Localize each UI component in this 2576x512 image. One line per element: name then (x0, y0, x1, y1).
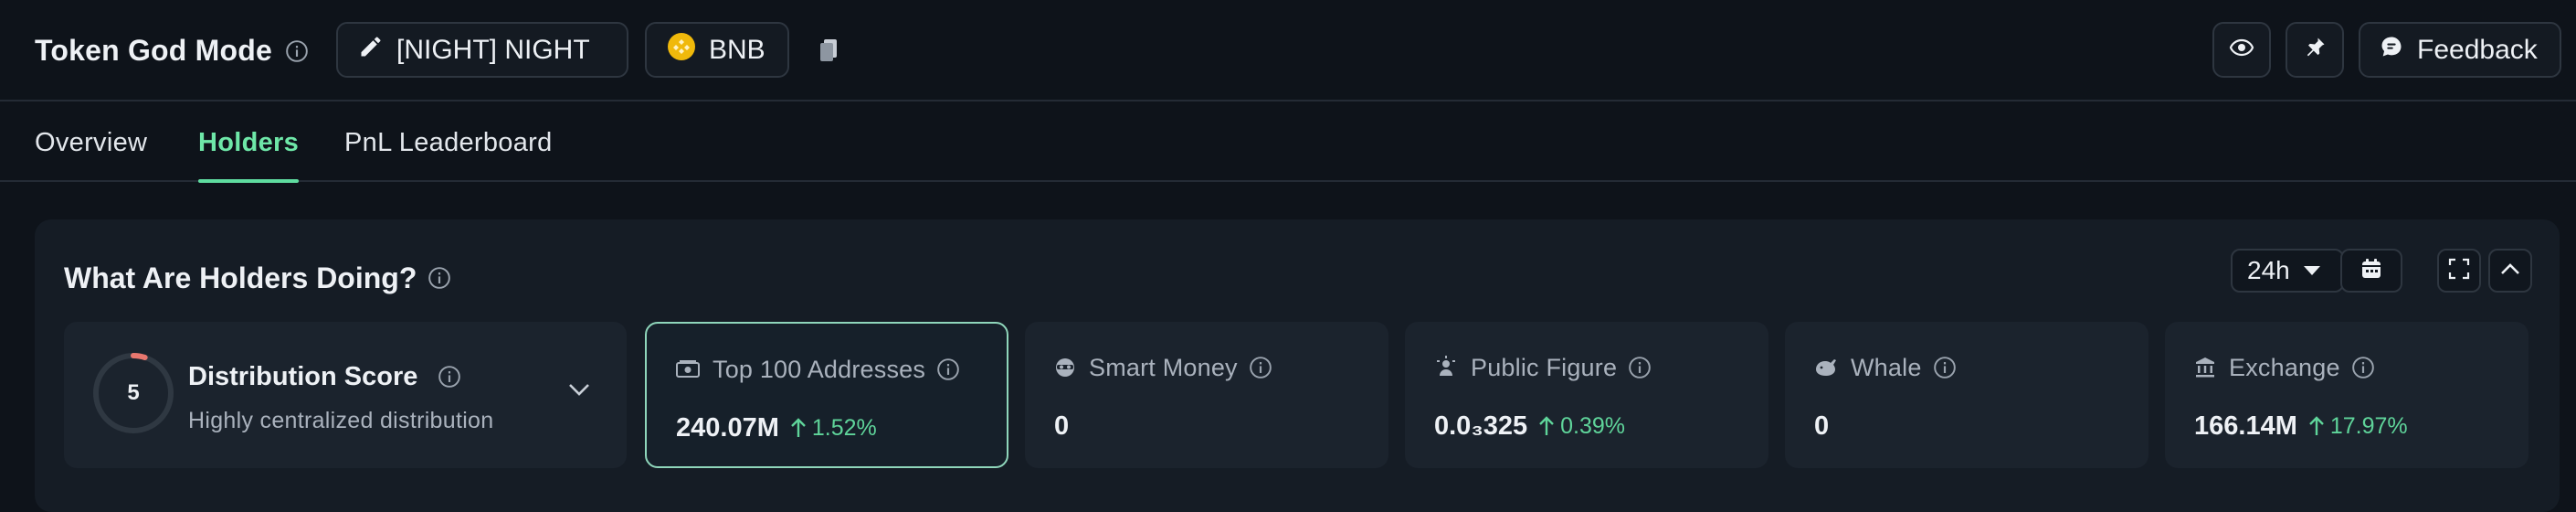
info-icon[interactable] (1249, 356, 1272, 379)
top-header: Token God Mode [NIGHT] NIGHT BNB Feedbac… (0, 0, 2576, 101)
card-label-group: Smart Money (1054, 349, 1272, 386)
public-figure-card[interactable]: Public Figure 0.0₃325 0.39% (1405, 322, 1768, 468)
tab-pnl-leaderboard[interactable]: PnL Leaderboard (344, 103, 553, 182)
holders-panel: What Are Holders Doing? 24h 5 Distributi… (35, 219, 2560, 512)
change-value: 17.97% (2329, 412, 2408, 439)
info-icon[interactable] (1933, 356, 1957, 379)
distribution-score-value: 5 (127, 380, 140, 405)
card-label: Top 100 Addresses (713, 355, 926, 383)
info-icon[interactable] (438, 365, 461, 389)
token-name: [NIGHT] NIGHT (396, 34, 590, 65)
card-value: 166.14M (2194, 411, 2297, 441)
distribution-subtitle: Highly centralized distribution (188, 407, 494, 433)
chat-icon (2379, 34, 2417, 67)
tab-label: Holders (198, 127, 300, 157)
card-label-group: Exchange (2194, 349, 2375, 386)
bnb-icon (667, 32, 709, 69)
arrow-up-icon (1539, 416, 1554, 435)
figure-icon (1434, 356, 1458, 379)
card-label-group: Top 100 Addresses (676, 351, 960, 388)
watch-button[interactable] (2212, 22, 2271, 78)
card-label-group: Public Figure (1434, 349, 1652, 386)
whale-card[interactable]: Whale 0 (1785, 322, 2148, 468)
card-value-group: 166.14M 17.97% (2194, 408, 2408, 444)
chevron-down-icon[interactable] (568, 382, 590, 401)
exchange-card[interactable]: Exchange 166.14M 17.97% (2165, 322, 2528, 468)
tab-holders[interactable]: Holders (198, 103, 300, 183)
copy-icon[interactable] (815, 37, 842, 64)
tab-label: Overview (35, 127, 148, 157)
panel-title: What Are Holders Doing? (64, 261, 417, 294)
arrow-up-icon (2309, 416, 2324, 435)
card-value: 240.07M (676, 412, 779, 443)
chain-button[interactable]: BNB (645, 22, 789, 78)
card-value: 0 (1054, 411, 1070, 441)
card-label: Exchange (2229, 353, 2340, 381)
card-label: Whale (1851, 353, 1922, 381)
card-value-group: 240.07M 1.52% (676, 410, 877, 446)
calendar-icon (2361, 258, 2381, 283)
distribution-title-group: Distribution Score (188, 358, 461, 395)
change-badge: 1.52% (790, 415, 877, 442)
title-group: Token God Mode (35, 0, 309, 101)
distribution-score-card[interactable]: 5 Distribution Score Highly centralized … (64, 322, 627, 468)
chevron-up-icon (2500, 262, 2520, 280)
chain-label: BNB (709, 34, 765, 65)
cash-icon (676, 360, 700, 379)
tab-label: PnL Leaderboard (344, 127, 553, 157)
eye-icon (2229, 38, 2254, 61)
feedback-button[interactable]: Feedback (2359, 22, 2561, 78)
info-icon[interactable] (1628, 356, 1652, 379)
card-value-group: 0.0₃325 0.39% (1434, 408, 1625, 444)
card-label: Smart Money (1089, 353, 1238, 381)
tab-bar: Overview Holders PnL Leaderboard (0, 103, 2576, 183)
bank-icon (2194, 357, 2216, 379)
fullscreen-button[interactable] (2437, 249, 2481, 293)
info-icon[interactable] (936, 357, 960, 381)
pin-button[interactable] (2286, 22, 2344, 78)
info-icon[interactable] (2351, 356, 2375, 379)
app-title: Token God Mode (35, 34, 272, 67)
change-value: 0.39% (1560, 412, 1625, 439)
whale-icon (1814, 357, 1838, 379)
expand-icon (2448, 258, 2470, 284)
card-value: 0 (1814, 411, 1830, 441)
caret-down-icon (2303, 265, 2321, 276)
smart-money-card[interactable]: Smart Money 0 (1025, 322, 1388, 468)
info-icon[interactable] (285, 39, 309, 63)
info-icon[interactable] (428, 266, 451, 290)
distribution-title: Distribution Score (188, 361, 418, 391)
card-label: Public Figure (1471, 353, 1618, 381)
card-value: 0.0₃325 (1434, 411, 1528, 441)
token-name-button[interactable]: [NIGHT] NIGHT (336, 22, 628, 78)
pin-icon (2302, 35, 2328, 65)
pencil-icon (358, 34, 396, 67)
time-range-value: 24h (2247, 256, 2290, 284)
change-badge: 0.39% (1538, 413, 1625, 440)
card-label-group: Whale (1814, 349, 1957, 386)
panel-title-group: What Are Holders Doing? (64, 251, 451, 305)
time-range-select[interactable]: 24h (2231, 249, 2344, 293)
spy-icon (1054, 357, 1076, 379)
calendar-button[interactable] (2340, 249, 2402, 293)
top-100-addresses-card[interactable]: Top 100 Addresses 240.07M 1.52% (645, 322, 1008, 468)
collapse-button[interactable] (2488, 249, 2532, 293)
change-value: 1.52% (811, 414, 877, 441)
feedback-label: Feedback (2417, 34, 2538, 65)
change-badge: 17.97% (2308, 413, 2408, 440)
arrow-up-icon (791, 418, 806, 437)
tab-overview[interactable]: Overview (35, 103, 147, 182)
